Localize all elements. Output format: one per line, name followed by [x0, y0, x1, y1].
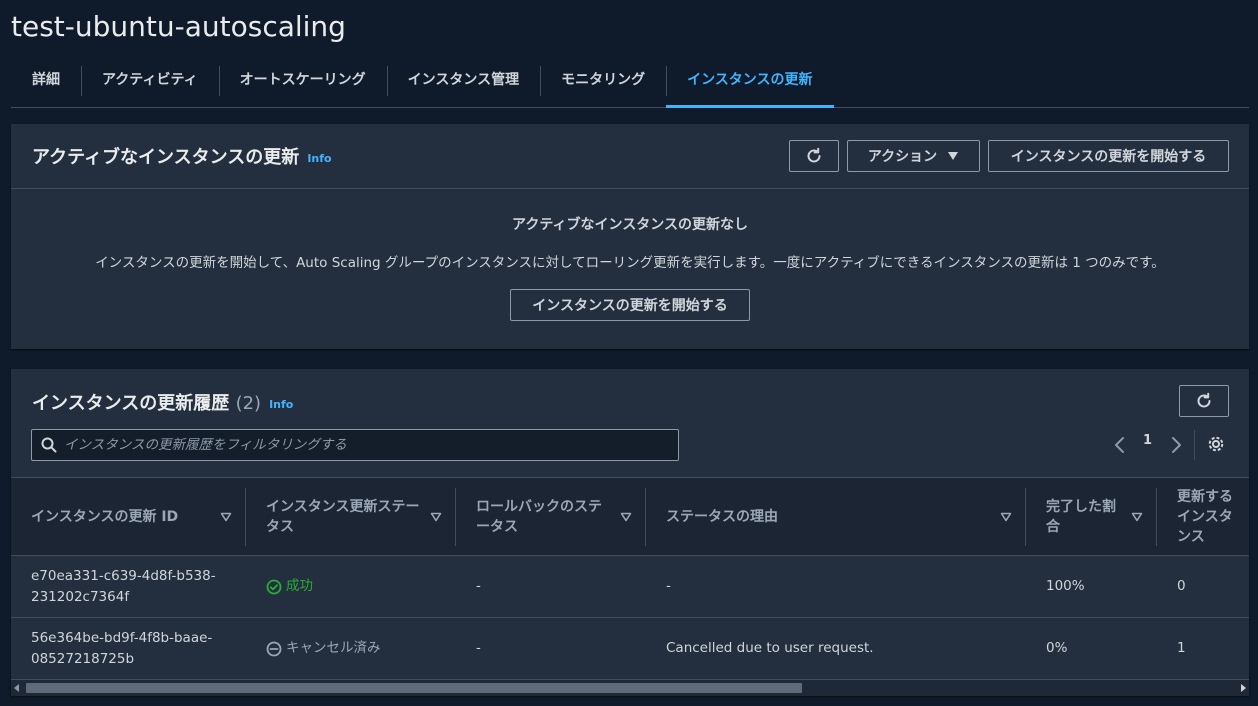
status-text: キャンセル済み: [286, 640, 381, 656]
history-filter-box: [31, 429, 679, 461]
empty-start-refresh-button[interactable]: インスタンスの更新を開始する: [510, 289, 750, 321]
column-label: 更新するインスタンス: [1177, 489, 1233, 545]
sort-caret-icon[interactable]: [1131, 512, 1143, 522]
refresh-history-heading: インスタンスの更新履歴 (2) Info: [32, 389, 293, 415]
actions-label: アクション: [867, 149, 938, 165]
refresh-id: e70ea331-c639-4d8f-b538- 231202c7364f: [31, 566, 216, 608]
next-page-icon[interactable]: [1169, 436, 1183, 454]
column-divider[interactable]: [455, 488, 456, 546]
refresh-icon: [807, 147, 821, 163]
column-label: ロールバックのステータス: [476, 499, 602, 535]
refresh-history-panel: インスタンスの更新履歴 (2) Info 1 インスタンスの更新 ID: [11, 369, 1249, 696]
search-icon: [41, 437, 57, 453]
percent-complete: 0%: [1046, 640, 1068, 656]
refresh-id: 56e364be-bd9f-4f8b-baae- 08527218725b: [31, 628, 212, 670]
table-row: e70ea331-c639-4d8f-b538- 231202c7364f 成功…: [11, 556, 1249, 618]
column-header-instances-to-update[interactable]: 更新するインスタンス: [1177, 478, 1241, 556]
start-refresh-button[interactable]: インスタンスの更新を開始する: [988, 140, 1229, 172]
column-header-rollback[interactable]: ロールバックのステータス: [476, 478, 611, 556]
status-badge: キャンセル済み: [266, 638, 381, 659]
tab-instance-refresh[interactable]: インスタンスの更新: [666, 56, 834, 108]
previous-page-icon[interactable]: [1113, 436, 1127, 454]
column-divider[interactable]: [645, 488, 646, 546]
page-number[interactable]: 1: [1143, 433, 1152, 448]
refresh-history-count: (2): [235, 393, 262, 414]
table-header: インスタンスの更新 ID インスタンス更新ステータス ロールバックのステータス …: [11, 477, 1249, 556]
scrollbar-thumb[interactable]: [26, 683, 802, 693]
status-reason: Cancelled due to user request.: [666, 640, 874, 656]
sort-caret-icon[interactable]: [220, 512, 232, 522]
status-reason: -: [666, 578, 671, 594]
status-badge: 成功: [266, 576, 313, 597]
tab-details[interactable]: 詳細: [11, 56, 81, 102]
tab-monitoring[interactable]: モニタリング: [540, 56, 666, 102]
status-text: 成功: [286, 578, 313, 594]
refresh-history-title: インスタンスの更新履歴: [32, 393, 230, 414]
sort-caret-icon[interactable]: [430, 512, 442, 522]
tab-autoscaling[interactable]: オートスケーリング: [218, 56, 387, 102]
pager-divider: [1194, 430, 1195, 460]
active-refresh-info-link[interactable]: Info: [307, 152, 331, 165]
tab-instance-management[interactable]: インスタンス管理: [386, 56, 540, 102]
active-refresh-title: アクティブなインスタンスの更新: [32, 147, 300, 168]
rollback-status: -: [476, 578, 481, 594]
history-reload-button[interactable]: [1179, 385, 1229, 417]
column-label: ステータスの理由: [666, 509, 778, 525]
active-refresh-heading: アクティブなインスタンスの更新 Info: [32, 143, 332, 169]
sort-caret-icon[interactable]: [1000, 512, 1012, 522]
minus-circle-icon: [266, 641, 282, 656]
column-divider[interactable]: [1025, 488, 1026, 546]
column-header-status[interactable]: インスタンス更新ステータス: [266, 478, 421, 556]
horizontal-scrollbar[interactable]: [11, 680, 1249, 696]
column-label: インスタンス更新ステータス: [266, 499, 420, 535]
active-refresh-header: アクティブなインスタンスの更新 Info アクション インスタンスの更新を開始する: [11, 124, 1249, 189]
active-refresh-panel: アクティブなインスタンスの更新 Info アクション インスタンスの更新を開始する…: [11, 124, 1249, 349]
history-table: インスタンスの更新 ID インスタンス更新ステータス ロールバックのステータス …: [11, 477, 1249, 680]
page-title: test-ubuntu-autoscaling: [11, 10, 346, 43]
empty-state-description: インスタンスの更新を開始して、Auto Scaling グループのインスタンスに…: [95, 255, 1165, 271]
empty-state-title: アクティブなインスタンスの更新なし: [512, 217, 748, 233]
table-row: 56e364be-bd9f-4f8b-baae- 08527218725b キャ…: [11, 618, 1249, 680]
active-refresh-reload-button[interactable]: [789, 140, 839, 172]
refresh-history-info-link[interactable]: Info: [269, 398, 293, 411]
actions-dropdown-button[interactable]: アクション: [847, 140, 980, 172]
refresh-id-line: e70ea331-c639-4d8f-b538-: [31, 568, 216, 584]
instances-to-update: 0: [1177, 578, 1186, 594]
sort-caret-icon[interactable]: [620, 512, 632, 522]
column-header-percent[interactable]: 完了した割合: [1046, 478, 1121, 556]
tab-activity[interactable]: アクティビティ: [81, 56, 219, 102]
column-label: インスタンスの更新 ID: [31, 509, 179, 525]
rollback-status: -: [476, 640, 481, 656]
scroll-left-icon[interactable]: [14, 684, 20, 692]
percent-complete: 100%: [1046, 578, 1085, 594]
scroll-right-icon[interactable]: [1240, 684, 1246, 692]
column-header-id[interactable]: インスタンスの更新 ID: [31, 478, 211, 556]
column-header-reason[interactable]: ステータスの理由: [666, 478, 966, 556]
column-divider[interactable]: [245, 488, 246, 546]
instances-to-update: 1: [1177, 640, 1186, 656]
refresh-id-line: 56e364be-bd9f-4f8b-baae-: [31, 630, 213, 646]
check-circle-icon: [266, 579, 282, 594]
column-divider[interactable]: [1156, 488, 1157, 546]
tab-bar: 詳細 アクティビティ オートスケーリング インスタンス管理 モニタリング インス…: [11, 56, 1249, 108]
refresh-id-line: 231202c7364f: [31, 589, 130, 605]
column-label: 完了した割合: [1046, 499, 1116, 535]
gear-icon[interactable]: [1207, 435, 1225, 453]
refresh-icon: [1197, 392, 1211, 408]
history-filter-input[interactable]: [32, 430, 678, 460]
refresh-id-line: 08527218725b: [31, 651, 135, 667]
caret-down-icon: [948, 152, 959, 160]
